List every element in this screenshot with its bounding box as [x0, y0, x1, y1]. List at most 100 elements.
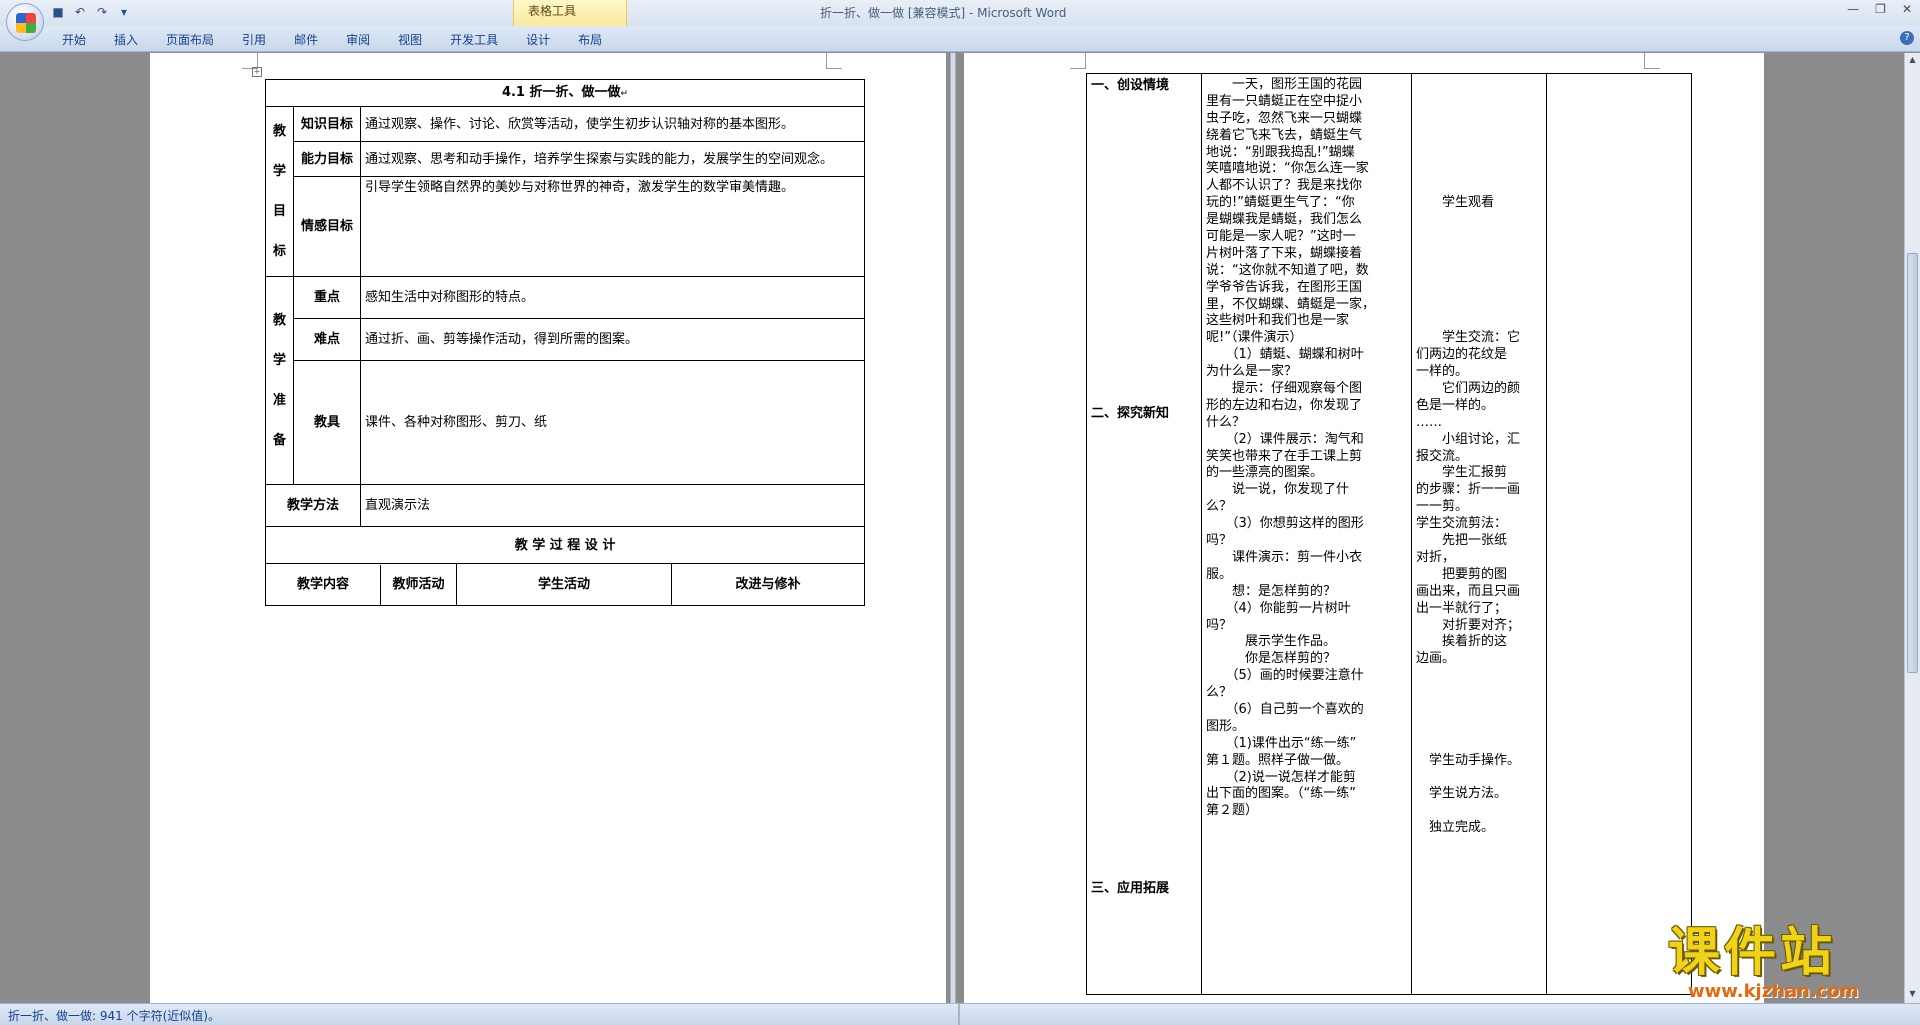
student-line: 画出来，而且只画 [1416, 583, 1521, 599]
teacher-line: 学爷爷告诉我，在图形王国 [1206, 279, 1363, 295]
ability-goal-label: 能力目标 [293, 141, 361, 177]
undo-icon[interactable]: ↶ [72, 4, 88, 20]
teacher-line: 一天，图形王国的花园 [1206, 77, 1363, 92]
customize-qat-icon[interactable]: ▾ [116, 4, 132, 20]
scroll-down-icon[interactable]: ▼ [1907, 989, 1918, 1001]
teacher-line: 展示学生作品。 [1206, 634, 1337, 650]
tab-insert[interactable]: 插入 [100, 31, 152, 48]
teacher-line: （3）你想剪这样的图形 [1206, 516, 1364, 532]
word-count-status: 折一折、做一做: 941 个字符(近似值)。 [8, 1009, 220, 1023]
teacher-line: （4）你能剪一片树叶 [1206, 600, 1351, 616]
status-bar: 折一折、做一做: 941 个字符(近似值)。 [0, 1003, 1920, 1025]
student-line: 一样的。 [1416, 364, 1469, 380]
right-pane[interactable]: 一、创设情境 二、探究新知 三、应用拓展 一天，图形王国的花园 里有一只蜻蜓正在空… [956, 53, 1904, 1003]
emotion-goal-text: 引导学生领略自然界的美妙与对称世界的神奇，激发学生的数学审美情趣。 [359, 176, 866, 277]
content-column: 一、创设情境 二、探究新知 三、应用拓展 [1086, 73, 1202, 995]
tools-text: 课件、各种对称图形、剪刀、纸 [359, 360, 866, 485]
student-line [1416, 210, 1542, 227]
minimize-icon[interactable]: — [1847, 2, 1859, 16]
teacher-line: （2)说一说怎样才能剪 [1206, 769, 1356, 785]
tab-review[interactable]: 审阅 [332, 31, 384, 48]
save-icon[interactable]: ■ [50, 4, 66, 20]
tab-references[interactable]: 引用 [228, 31, 280, 48]
teacher-line: 么？ [1206, 685, 1233, 700]
student-line [1416, 801, 1542, 818]
teacher-activity-column: 一天，图形王国的花园 里有一只蜻蜓正在空中捉小 虫子吃，忽然飞来一只蝴蝶 绕着它飞来飞… [1201, 73, 1412, 995]
document-page-2: 一、创设情境 二、探究新知 三、应用拓展 一天，图形王国的花园 里有一只蜻蜓正在空… [964, 53, 1764, 1003]
student-line: 独立完成。 [1416, 820, 1495, 836]
teacher-line: 里，不仅蝴蝶、蜻蜓是一家， [1206, 296, 1376, 312]
header-content-label: 教学内容 [266, 564, 381, 605]
difficulty-label: 难点 [293, 318, 361, 361]
help-icon[interactable]: ? [1900, 31, 1914, 45]
tab-design[interactable]: 设计 [512, 31, 564, 48]
student-line: 边画。 [1416, 651, 1456, 667]
student-line: 学生交流：它 [1416, 330, 1521, 346]
lesson-plan-table: 4.1 折一折、做一做↵ 教学目标 知识目标 通过观察、操作、讨论、欣赏等活动，… [264, 79, 866, 606]
vertical-scrollbar[interactable]: ▲ ▼ [1904, 53, 1920, 1003]
table-tools-context-tab: 表格工具 [513, 0, 627, 26]
scrollbar-thumb[interactable] [1907, 253, 1918, 673]
student-line [1416, 244, 1542, 261]
student-line [1416, 92, 1542, 109]
teacher-line: 虫子吃，忽然飞来一只蝴蝶 [1206, 110, 1363, 126]
tab-home[interactable]: 开始 [48, 31, 100, 48]
teacher-line: 说：“这你就不知道了吧，数 [1206, 262, 1369, 278]
maximize-icon[interactable]: ❐ [1875, 2, 1886, 16]
tab-view[interactable]: 视图 [384, 31, 436, 48]
student-line [1416, 143, 1542, 160]
tab-page-layout[interactable]: 页面布局 [152, 31, 228, 48]
teacher-activity-text: 一天，图形王国的花园 里有一只蜻蜓正在空中捉小 虫子吃，忽然飞来一只蝴蝶 绕着它飞来飞… [1206, 75, 1407, 818]
teacher-line: （2）课件展示：淘气和 [1206, 431, 1364, 447]
quick-access-toolbar: ■ ↶ ↷ ▾ [50, 4, 132, 20]
ribbon-tabs: 开始 插入 页面布局 引用 邮件 审阅 视图 开发工具 设计 布局 [48, 31, 616, 48]
process-title: 教 学 过 程 设 计 [264, 526, 866, 564]
teacher-line: 什么？ [1206, 414, 1246, 430]
student-line: 一一剪。 [1416, 499, 1469, 515]
student-line: 小组讨论，汇 [1416, 431, 1521, 447]
redo-icon[interactable]: ↷ [94, 4, 110, 20]
student-activity-text: 学生观看 学生交流：它 们两边的花纹是 一样的。 它们两边的颜 色是一样的。…… 小组… [1416, 75, 1542, 835]
student-line: 学生观看 [1416, 195, 1495, 211]
teacher-line: 可能是一家人呢？”这时一 [1206, 229, 1356, 244]
tab-developer[interactable]: 开发工具 [436, 31, 512, 48]
teacher-line: 形的左边和右边，你发现了 [1206, 397, 1363, 413]
title-bar: ■ ↶ ↷ ▾ 表格工具 折一折、做一做 [兼容模式] - Microsoft … [0, 0, 1920, 26]
left-pane[interactable]: + 4.1 折一折、做一做↵ 教学目标 知识目标 通过观察、操作、讨论、欣赏等活… [0, 53, 950, 1003]
crop-mark [1644, 53, 1660, 69]
document-page-1: + 4.1 折一折、做一做↵ 教学目标 知识目标 通过观察、操作、讨论、欣赏等活… [150, 53, 946, 1003]
student-line: 学生汇报剪 [1416, 465, 1508, 481]
ability-goal-text: 通过观察、思考和动手操作，培养学生探索与实践的能力，发展学生的空间观念。 [359, 141, 866, 177]
teacher-line: 的一些漂亮的图案。 [1206, 465, 1324, 481]
method-text: 直观演示法 [359, 484, 866, 527]
teacher-line: 图形。 [1206, 718, 1246, 734]
teacher-line: 玩的!”蜻蜓更生气了：“你 [1206, 195, 1355, 211]
student-line [1416, 261, 1542, 278]
student-line [1416, 278, 1542, 295]
teacher-line: 出下面的图案。（“练一练” [1206, 786, 1356, 802]
teacher-line: （6）自己剪一个喜欢的 [1206, 701, 1364, 717]
teacher-line: 课件演示：剪一件小衣 [1206, 549, 1363, 565]
student-line: 学生动手操作。 [1416, 752, 1521, 768]
student-line [1416, 666, 1542, 683]
scroll-up-icon[interactable]: ▲ [1907, 55, 1918, 67]
teacher-line: 吗？ [1206, 533, 1233, 548]
student-line: 对折要对齐； [1416, 617, 1521, 633]
teacher-line: 里有一只蜻蜓正在空中捉小 [1206, 93, 1363, 109]
status-divider [958, 1004, 960, 1025]
teacher-line: 为什么是一家？ [1206, 364, 1298, 380]
teacher-line: 人都不认识了？我是来找你 [1206, 178, 1363, 194]
student-line [1416, 176, 1542, 193]
tab-layout[interactable]: 布局 [564, 31, 616, 48]
crop-mark [826, 53, 842, 69]
student-line [1416, 734, 1542, 751]
office-logo-icon [16, 13, 36, 33]
office-button[interactable] [6, 3, 44, 41]
student-line [1416, 700, 1542, 717]
tab-mailings[interactable]: 邮件 [280, 31, 332, 48]
method-label: 教学方法 [265, 484, 361, 527]
notes-column [1546, 73, 1692, 995]
table-move-handle-icon[interactable]: + [252, 67, 262, 77]
close-icon[interactable]: ✕ [1902, 2, 1912, 16]
teacher-line: 第１题。照样子做一做。 [1206, 752, 1350, 768]
